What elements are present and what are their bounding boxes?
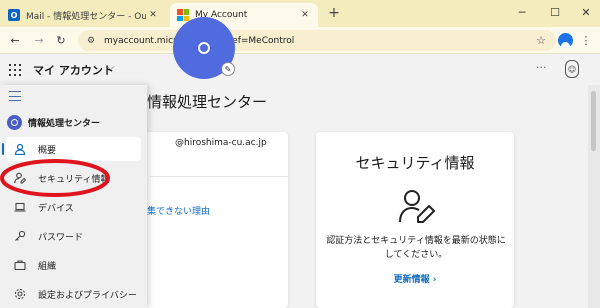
profile-name: 情報処理センター xyxy=(147,93,268,111)
tab-title: Mail - 情報処理センター - Outlook xyxy=(26,11,146,22)
outlook-icon: O xyxy=(8,9,20,21)
back-icon[interactable]: ← xyxy=(7,32,23,48)
sidebar-item-security-info[interactable]: セキュリティ情報 xyxy=(0,166,147,190)
url-text[interactable]: myaccount.microsoft.com/?ref=MeControl xyxy=(104,36,534,46)
minimize-button[interactable]: ─ xyxy=(512,3,532,21)
browser-tab-strip: O Mail - 情報処理センター - Outlook ✕ My Account… xyxy=(0,0,600,27)
sidebar-item-label: パスワード xyxy=(38,232,84,243)
sidebar-item-label: 組織 xyxy=(38,261,57,272)
close-icon[interactable]: ✕ xyxy=(298,8,312,22)
browser-menu-icon[interactable]: ⋮ xyxy=(580,32,592,48)
sidebar-item-overview[interactable]: 概要 xyxy=(2,137,141,161)
person-edit-icon xyxy=(399,190,435,223)
browser-toolbar: ← → ↻ ⚙ myaccount.microsoft.com/?ref=MeC… xyxy=(0,27,600,54)
microsoft-icon xyxy=(177,9,189,21)
person-key-icon xyxy=(12,170,28,186)
close-icon[interactable]: ✕ xyxy=(146,8,160,22)
security-card-title: セキュリティ情報 xyxy=(355,154,475,172)
app-launcher-icon[interactable] xyxy=(9,64,21,76)
tab-outlook[interactable]: O Mail - 情報処理センター - Outlook ✕ xyxy=(6,3,166,27)
person-icon xyxy=(12,141,28,157)
update-info-link[interactable]: 更新情報 › xyxy=(316,272,514,285)
address-bar[interactable]: ⚙ myaccount.microsoft.com/?ref=MeControl… xyxy=(78,30,556,51)
key-icon xyxy=(12,228,28,244)
chevron-down-icon[interactable]: ⌵ xyxy=(107,62,115,73)
org-avatar xyxy=(7,115,22,130)
edit-photo-icon[interactable]: ✎ xyxy=(221,62,235,76)
account-manager-icon[interactable]: ☺ xyxy=(565,60,579,78)
maximize-button[interactable]: ☐ xyxy=(545,3,565,21)
sidebar-item-password[interactable]: パスワード xyxy=(0,224,147,248)
forward-icon[interactable]: → xyxy=(31,32,47,48)
sidebar-item-organizations[interactable]: 組織 xyxy=(0,253,147,277)
reload-icon[interactable]: ↻ xyxy=(53,32,69,48)
security-info-card: セキュリティ情報 認証方法とセキュリティ情報を最新の状態にしてください。 更新情… xyxy=(316,132,514,308)
scrollbar-thumb[interactable] xyxy=(591,91,596,151)
close-window-button[interactable]: ✕ xyxy=(576,3,596,21)
security-card-description: 認証方法とセキュリティ情報を最新の状態にしてください。 xyxy=(326,236,506,260)
profile-email: @hiroshima-cu.ac.jp xyxy=(175,138,267,148)
profile-avatar-icon[interactable] xyxy=(558,33,573,48)
sidebar-item-label: 設定およびプライバシー xyxy=(38,290,137,301)
app-title[interactable]: マイ アカウント xyxy=(33,62,114,78)
more-options-icon[interactable]: ··· xyxy=(536,61,547,74)
selection-indicator xyxy=(2,143,4,155)
org-name: 情報処理センター xyxy=(28,119,101,129)
divider xyxy=(147,176,288,177)
hamburger-menu-icon[interactable] xyxy=(9,91,21,101)
sidebar-item-devices[interactable]: デバイス xyxy=(0,195,147,219)
chevron-right-icon: › xyxy=(432,275,437,285)
sidebar-item-label: デバイス xyxy=(38,203,74,214)
new-tab-button[interactable]: + xyxy=(326,5,342,21)
app-header: マイ アカウント ⌵ ··· xyxy=(0,55,600,85)
briefcase-icon xyxy=(12,257,28,273)
bookmark-star-icon[interactable]: ☆ xyxy=(534,34,548,48)
person-icon xyxy=(198,42,210,54)
sidebar-item-settings-privacy[interactable]: 設定およびプライバシー xyxy=(0,282,147,306)
gear-icon xyxy=(12,286,28,302)
site-settings-icon[interactable]: ⚙ xyxy=(84,34,98,48)
sidebar-item-label: 概要 xyxy=(38,145,57,156)
cannot-edit-reason-link[interactable]: 集できない理由 xyxy=(147,204,210,217)
sidebar-item-label: セキュリティ情報 xyxy=(38,174,110,185)
side-navigation: 情報処理センター 概要 セキュリティ情報 デバイス パスワード 組織 設定および… xyxy=(0,85,147,308)
laptop-icon xyxy=(12,199,28,215)
org-header: 情報処理センター xyxy=(7,115,100,130)
update-info-label[interactable]: 更新情報 xyxy=(394,275,430,285)
